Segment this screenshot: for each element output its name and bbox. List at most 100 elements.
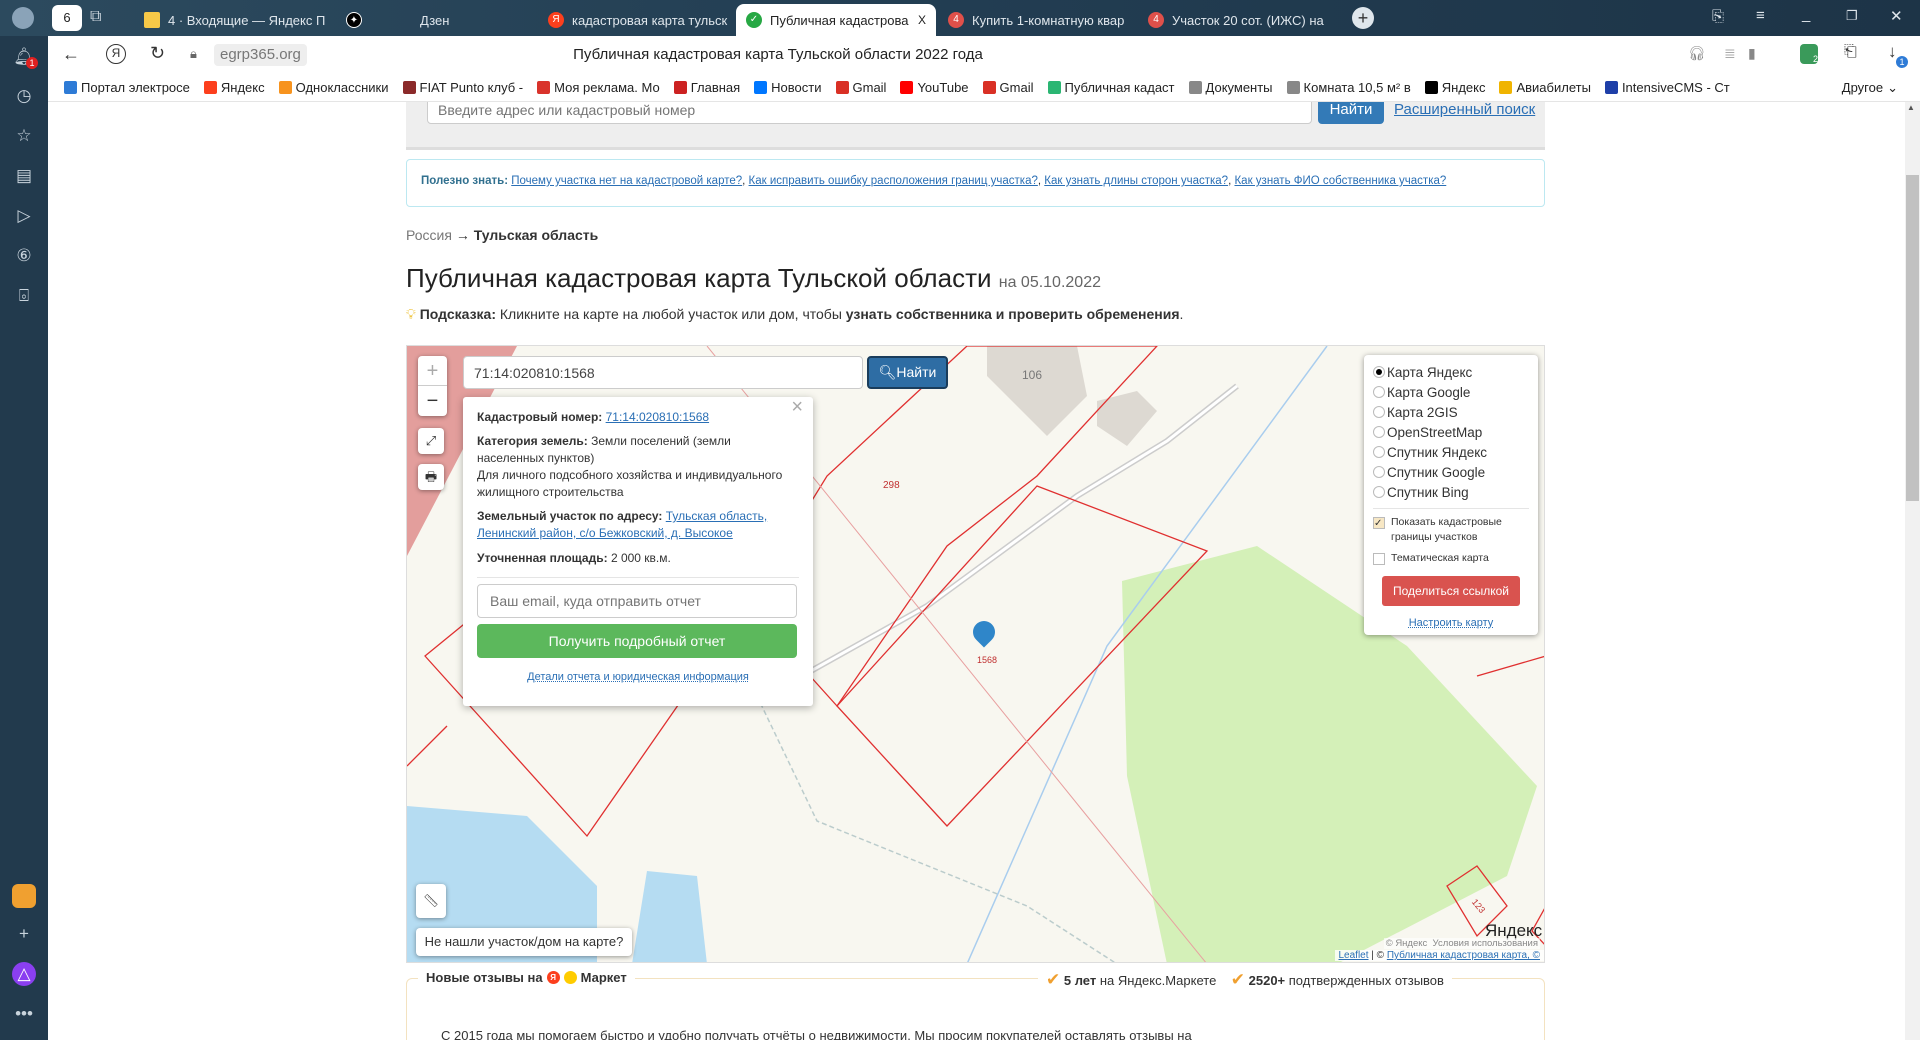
map-search-button[interactable]: 🔍︎Найти (867, 356, 948, 389)
useful-link-3[interactable]: Как узнать длины сторон участка? (1044, 175, 1228, 187)
bookmark-item[interactable]: Документы (1188, 80, 1273, 95)
history-icon[interactable]: ◷ (12, 84, 36, 108)
layer-option[interactable]: Спутник Яндекс (1373, 442, 1529, 462)
useful-info-box: Полезно знать: Почему участка нет на кад… (406, 159, 1545, 207)
add-panel-icon[interactable]: + (12, 922, 36, 946)
zoom-in-button[interactable]: + (418, 356, 447, 386)
scroll-up-icon[interactable]: ▲ (1907, 103, 1915, 112)
bookmark-item[interactable]: Новости (754, 80, 822, 95)
bookmark-item[interactable]: IntensiveCMS - Ст (1604, 80, 1730, 95)
bookmark-item[interactable]: FIAT Punto клуб - (402, 80, 523, 95)
zoom-out-button[interactable]: − (418, 386, 447, 416)
bookmark-item[interactable]: Яндекс (203, 80, 265, 95)
breadcrumb-root[interactable]: Россия (406, 227, 452, 243)
reader-icon[interactable]: 🎧︎ (1688, 45, 1706, 62)
alice-icon[interactable]: △ (12, 962, 36, 986)
bookmark-item[interactable]: YouTube (900, 80, 969, 95)
check-icon: ✔ (1046, 970, 1061, 989)
pkk-link[interactable]: Публичная кадастровая карта, © (1387, 950, 1540, 961)
tab-close-icon[interactable]: X (918, 13, 926, 27)
show-borders-checkbox[interactable]: ✓ Показать кадастровые границы участков (1373, 515, 1529, 545)
bookmark-item[interactable]: Портал электросе (64, 80, 190, 95)
map-search-input[interactable] (463, 356, 863, 389)
tabs-panel-icon[interactable]: ⧉ (90, 8, 101, 26)
bookmarks-star-icon[interactable]: ☆ (12, 124, 36, 148)
new-tab-button[interactable]: + (1352, 7, 1374, 29)
email-input[interactable] (477, 584, 797, 618)
address-search-input[interactable] (427, 102, 1312, 124)
bookmark-item[interactable]: Авиабилеты (1499, 80, 1591, 95)
popup-close-icon[interactable]: × (791, 397, 803, 417)
layer-option[interactable]: Спутник Bing (1373, 482, 1529, 502)
mail-app-icon[interactable] (12, 884, 36, 908)
bookmarks-other-menu[interactable]: Другое ⌄ (1842, 80, 1898, 96)
checkbox-icon (1373, 553, 1385, 565)
useful-link-2[interactable]: Как исправить ошибку расположения границ… (749, 175, 1038, 187)
protect-extension-icon[interactable]: 2 (1800, 44, 1818, 64)
land-category: Категория земель: Земли поселений (земли… (477, 434, 731, 465)
tab-active-cadastre[interactable]: ✓ Публичная кадастрова X (736, 4, 936, 36)
radio-icon (1373, 366, 1385, 378)
useful-link-4[interactable]: Как узнать ФИО собственника участка? (1234, 175, 1446, 187)
check-icon: ✓ (746, 12, 762, 28)
downloads-icon[interactable]: ↓ 1 (1888, 42, 1908, 68)
minimize-icon[interactable]: _ (1802, 6, 1810, 23)
bookmark-item[interactable]: Одноклассники (278, 80, 389, 95)
bookmark-item[interactable]: Главная (673, 80, 740, 95)
bookmark-item[interactable]: Яндекс (1424, 80, 1485, 95)
report-details-link[interactable]: Детали отчета и юридическая информация (527, 671, 749, 683)
tab-bar: 6 ⧉ 4 · Входящие — Яндекс П ✦ Дзен Якадас… (0, 0, 1920, 36)
reading-mode-icon[interactable]: ≣ (1724, 45, 1736, 62)
water-body-2 (632, 871, 707, 962)
scrollbar-thumb[interactable] (1906, 175, 1919, 501)
extensions-icon[interactable]: ⎗ (1844, 43, 1857, 61)
share-link-button[interactable]: Поделиться ссылкой (1382, 576, 1520, 606)
notifications-icon[interactable]: 🔔︎ 1 (12, 45, 38, 69)
layer-option[interactable]: Карта 2GIS (1373, 402, 1529, 422)
configure-map-link[interactable]: Настроить карту (1409, 617, 1494, 629)
breadcrumb-current: Тульская область (473, 227, 599, 243)
layer-option[interactable]: Спутник Google (1373, 462, 1529, 482)
map[interactable]: 106 298 1568 123 + − ⤢ 🖶︎ 📏︎ Не нашли уч… (406, 345, 1545, 963)
browser-logo-icon[interactable] (12, 7, 34, 29)
leaflet-link[interactable]: Leaflet (1339, 950, 1369, 961)
not-found-button[interactable]: Не нашли участок/дом на карте? (416, 928, 632, 956)
layer-option[interactable]: Карта Google (1373, 382, 1529, 402)
tab-apartment[interactable]: 4 Купить 1-комнатную квар (938, 4, 1133, 36)
bookmark-item[interactable]: Публичная кадаст (1047, 80, 1175, 95)
print-button[interactable]: 🖶︎ (418, 464, 444, 490)
close-window-icon[interactable]: ✕ (1890, 7, 1903, 25)
bookmark-item[interactable]: Gmail (982, 80, 1034, 95)
bookmark-item[interactable]: Комната 10,5 м² в (1286, 80, 1411, 95)
more-icon[interactable]: ••• (12, 1002, 36, 1026)
menu-icon[interactable]: ≡ (1756, 7, 1765, 24)
radio-icon (1373, 426, 1385, 438)
ruler-button[interactable]: 📏︎ (416, 884, 446, 918)
layer-option[interactable]: Карта Яндекс (1373, 362, 1529, 382)
tab-plot[interactable]: 4 Участок 20 сот. (ИЖС) на (1138, 4, 1333, 36)
search-button[interactable]: Найти (1318, 102, 1384, 124)
screenshot-icon[interactable]: ⌻ (12, 284, 36, 308)
browser-sidebar: 🔔︎ 1 ◷ ☆ ▤ ▷ ⑥ ⌻ + △ ••• (0, 36, 48, 1040)
yandex-icon: Я (546, 971, 560, 984)
cadastral-number-link[interactable]: 71:14:020810:1568 (606, 410, 709, 424)
bookmark-item[interactable]: Моя реклама. Мо (537, 80, 660, 95)
bookmark-panel-icon[interactable]: ⎘ (1712, 8, 1724, 25)
home-tab-icon[interactable]: 6 (52, 5, 82, 31)
fullscreen-button[interactable]: ⤢ (418, 428, 444, 454)
tab-yandex-search[interactable]: Якадастровая карта тульск (538, 4, 733, 36)
yandex-attribution[interactable]: © Яндекс Условия использования (1383, 938, 1540, 949)
tab-mail[interactable]: 4 · Входящие — Яндекс П (134, 4, 334, 36)
tab-dzen[interactable]: ✦ Дзен (336, 4, 536, 36)
video-icon[interactable]: ▷ (12, 204, 36, 228)
useful-link-1[interactable]: Почему участка нет на кадастровой карте? (511, 175, 742, 187)
get-report-button[interactable]: Получить подробный отчет (477, 624, 797, 658)
layer-option[interactable]: OpenStreetMap (1373, 422, 1529, 442)
restore-icon[interactable]: ❐ (1846, 8, 1858, 24)
tab-six-icon[interactable]: ⑥ (12, 244, 36, 268)
thematic-map-checkbox[interactable]: Тематическая карта (1373, 551, 1529, 566)
advanced-search-link[interactable]: Расширенный поиск (1394, 102, 1535, 118)
collections-icon[interactable]: ▤ (12, 164, 36, 188)
bookmark-page-icon[interactable]: ▮ (1748, 45, 1756, 62)
bookmark-item[interactable]: Gmail (835, 80, 886, 95)
